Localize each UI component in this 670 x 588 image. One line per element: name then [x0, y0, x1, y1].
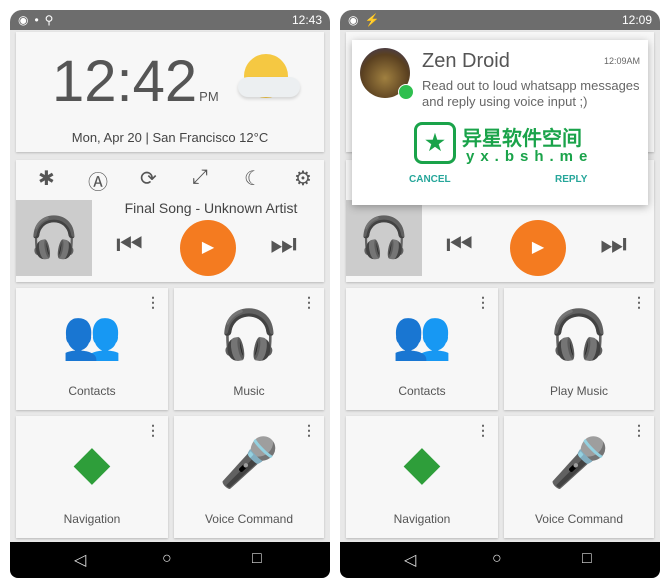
status-bar: ◉⚡ 12:09	[340, 10, 660, 30]
tile-label: Contacts	[68, 384, 116, 398]
nav-bar: ◁ ○ □	[340, 542, 660, 578]
tile-label: Music	[233, 384, 265, 398]
tile-voice-command[interactable]: ⋮ 🎤 Voice Command	[174, 416, 324, 538]
tile-voice-command[interactable]: ⋮ 🎤 Voice Command	[504, 416, 654, 538]
tile-navigation[interactable]: ⋮ ◆ Navigation	[346, 416, 498, 538]
headphones-icon: 🎧	[549, 309, 609, 362]
back-icon[interactable]: ◁	[404, 550, 416, 570]
play-button[interactable]: ▶	[180, 220, 236, 276]
reply-button[interactable]: REPLY	[555, 174, 587, 185]
weather-cloud-icon	[238, 77, 300, 97]
status-bar: ◉•⚲ 12:43	[10, 10, 330, 30]
contacts-icon: 👥	[62, 309, 122, 362]
clock-time: 12:42 PM	[52, 49, 219, 114]
tile-navigation[interactable]: ⋮ ◆ Navigation	[16, 416, 168, 538]
album-art-headphones-icon: 🎧	[346, 200, 422, 276]
album-art-headphones-icon: 🎧	[16, 200, 92, 276]
tile-contacts[interactable]: ⋮ 👥 Contacts	[16, 288, 168, 410]
tile-label: Navigation	[63, 512, 121, 526]
microphone-icon: 🎤	[219, 437, 279, 490]
tile-music[interactable]: ⋮ 🎧 Music	[174, 288, 324, 410]
next-track-icon[interactable]: ⏭	[600, 228, 627, 262]
fullscreen-icon[interactable]: ⤢	[192, 166, 208, 189]
navigation-icon: ◆	[73, 437, 111, 490]
notification-dialog: Zen Droid 12:09AM Read out to loud whats…	[352, 40, 648, 205]
home-icon[interactable]: ○	[492, 550, 502, 568]
status-time: 12:09	[621, 13, 652, 27]
next-track-icon[interactable]: ⏭	[270, 228, 297, 262]
tile-label: Play Music	[549, 384, 608, 398]
status-time: 12:43	[291, 13, 322, 27]
night-mode-icon[interactable]: ☾	[244, 166, 262, 191]
notification-icons: ◉⚡	[348, 13, 386, 27]
tile-play-music[interactable]: ⋮ 🎧 Play Music	[504, 288, 654, 410]
tile-label: Voice Command	[204, 512, 294, 526]
star-icon: ★	[414, 122, 456, 164]
navigation-icon: ◆	[403, 437, 441, 490]
dialog-title: Zen Droid	[422, 50, 510, 72]
clock-widget[interactable]: 12:42 PM Mon, Apr 20 | San Francisco 12°C	[16, 32, 324, 152]
auto-brightness-icon[interactable]: Ⓐ	[88, 166, 108, 195]
microphone-icon: 🎤	[549, 437, 609, 490]
recents-icon[interactable]: □	[582, 550, 592, 568]
date-location-weather: Mon, Apr 20 | San Francisco 12°C	[71, 130, 269, 145]
recents-icon[interactable]: □	[252, 550, 262, 568]
contacts-icon: 👥	[392, 309, 452, 362]
previous-track-icon[interactable]: ⏮	[116, 228, 143, 262]
tile-label: Voice Command	[534, 512, 624, 526]
tile-label: Contacts	[398, 384, 446, 398]
tile-contacts[interactable]: ⋮ 👥 Contacts	[346, 288, 498, 410]
headphones-icon: 🎧	[219, 309, 279, 362]
bluetooth-icon[interactable]: ✱	[38, 166, 55, 191]
phone-right: ◉⚡ 12:09 🎧 ⏮ ▶ ⏭ ⋮ 👥 Contacts ⋮ 🎧 Play Music…	[340, 10, 660, 578]
play-button[interactable]: ▶	[510, 220, 566, 276]
previous-track-icon[interactable]: ⏮	[446, 228, 473, 262]
settings-icon[interactable]: ⚙	[294, 166, 312, 191]
watermark-title: 异星软件空间	[462, 128, 582, 150]
controls-card: ✱ Ⓐ ⟳ ⤢ ☾ ⚙ 🎧 Final Song - Unknown Artis…	[16, 160, 324, 282]
cancel-button[interactable]: CANCEL	[409, 174, 451, 185]
tile-label: Navigation	[393, 512, 451, 526]
phone-left: ◉•⚲ 12:43 12:42 PM Mon, Apr 20 | San Fran…	[10, 10, 330, 578]
home-icon[interactable]: ○	[162, 550, 172, 568]
dialog-message: Read out to loud whatsapp messages and r…	[422, 78, 640, 109]
watermark-url: yx.bsh.me	[466, 148, 594, 165]
dialog-time: 12:09AM	[603, 56, 640, 66]
nav-bar: ◁ ○ □	[10, 542, 330, 578]
whatsapp-icon	[398, 84, 414, 100]
back-icon[interactable]: ◁	[74, 550, 86, 570]
song-title: Final Song - Unknown Artist	[124, 200, 298, 216]
notification-icons: ◉•⚲	[18, 13, 60, 27]
rotation-icon[interactable]: ⟳	[140, 166, 157, 191]
